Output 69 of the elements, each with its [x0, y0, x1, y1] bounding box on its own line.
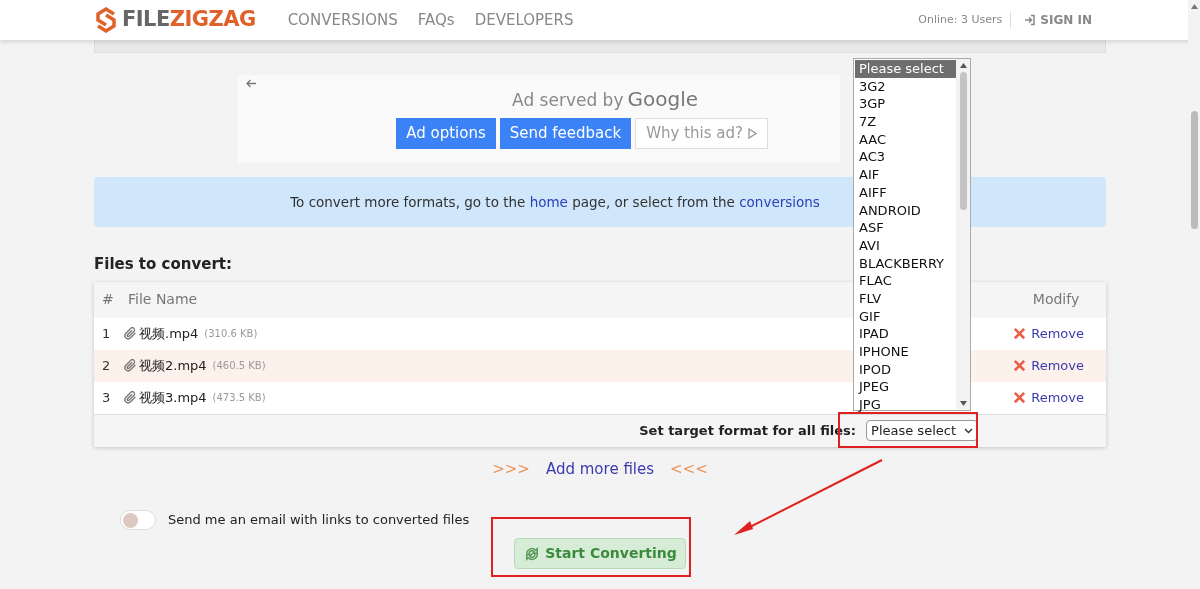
email-label: Send me an email with links to converted files: [168, 511, 470, 530]
sign-in-icon: [1023, 14, 1037, 26]
format-option[interactable]: AIF: [855, 166, 956, 184]
nav-link[interactable]: DEVELOPERS: [474, 8, 574, 32]
file-size: (310.6 KB): [204, 327, 258, 341]
scroll-thumb[interactable]: [1190, 111, 1198, 229]
remove-icon: [1012, 390, 1028, 405]
format-option[interactable]: AIFF: [855, 183, 956, 202]
format-option[interactable]: FLV: [855, 289, 956, 308]
play-icon: [747, 128, 757, 139]
scroll-up-icon[interactable]: [959, 63, 967, 68]
remove-link[interactable]: Remove: [1012, 355, 1084, 376]
remove-icon: [1012, 358, 1028, 373]
row-index: 2: [101, 356, 112, 375]
format-option[interactable]: 3GP: [855, 95, 956, 114]
dropdown-scrollbar[interactable]: [956, 59, 970, 410]
paperclip-icon: [124, 327, 137, 340]
ad-button[interactable]: Send feedback: [499, 118, 632, 149]
format-option[interactable]: BLACKBERRY: [855, 254, 956, 273]
logo-icon: [94, 6, 118, 34]
scroll-thumb[interactable]: [959, 72, 967, 210]
info-link[interactable]: conversions: [739, 193, 820, 210]
format-option[interactable]: AAC: [855, 130, 956, 149]
chevrons-right-icon: >>>: [492, 457, 530, 480]
format-option[interactable]: Please select: [855, 60, 956, 78]
brand-logo[interactable]: FILEZIGZAG: [122, 4, 256, 36]
remove-link[interactable]: Remove: [1012, 387, 1084, 408]
file-size: (473.5 KB): [212, 391, 266, 405]
format-option[interactable]: IPOD: [855, 360, 956, 379]
format-option[interactable]: 7Z: [855, 113, 956, 131]
info-link[interactable]: home: [529, 193, 568, 210]
nav-link[interactable]: CONVERSIONS: [287, 8, 398, 32]
row-index: 3: [101, 388, 112, 407]
row-index: 1: [101, 324, 112, 343]
ad-button[interactable]: Ad options: [396, 118, 496, 149]
format-option[interactable]: FLAC: [855, 272, 956, 290]
format-option[interactable]: IPAD: [855, 325, 956, 343]
column-header: File Name: [128, 290, 198, 309]
file-name: 视频.mp4: [139, 324, 199, 343]
format-option[interactable]: 3G2: [855, 77, 956, 96]
file-size: (460.5 KB): [212, 359, 266, 373]
online-users: Online: 3 Users: [918, 11, 1012, 29]
scroll-up-icon[interactable]: [1190, 4, 1198, 9]
column-header: #: [101, 290, 115, 309]
nav-link[interactable]: FAQs: [417, 8, 455, 32]
format-option[interactable]: AVI: [855, 236, 956, 255]
back-arrow-icon[interactable]: [246, 79, 257, 88]
file-name: 视频3.mp4: [139, 388, 207, 407]
format-option[interactable]: AC3: [855, 148, 956, 167]
format-option[interactable]: JPG: [855, 396, 956, 414]
email-toggle[interactable]: [120, 510, 156, 530]
info-text: To convert more formats, go to the home page, or select from the conversions: [290, 192, 820, 212]
format-option[interactable]: ANDROID: [855, 201, 956, 220]
chevron-icon: [964, 427, 973, 434]
paperclip-icon: [124, 391, 137, 404]
file-name: 视频2.mp4: [139, 356, 207, 375]
ad-served-text: Ad served by: [512, 89, 624, 112]
format-option[interactable]: ASF: [855, 219, 956, 237]
scroll-down-icon[interactable]: [959, 401, 967, 406]
paperclip-icon: [124, 359, 137, 372]
format-select[interactable]: Please select: [866, 420, 978, 441]
google-wordmark: Google: [627, 86, 698, 113]
section-title: Files to convert:: [94, 254, 232, 275]
remove-link[interactable]: Remove: [1012, 323, 1084, 344]
sign-in-link[interactable]: SIGN IN: [1023, 11, 1092, 29]
add-files-link[interactable]: Add more files: [545, 457, 655, 480]
chevrons-left-icon: <<<: [670, 457, 708, 480]
remove-icon: [1012, 326, 1028, 341]
column-header: Modify: [1031, 290, 1081, 309]
